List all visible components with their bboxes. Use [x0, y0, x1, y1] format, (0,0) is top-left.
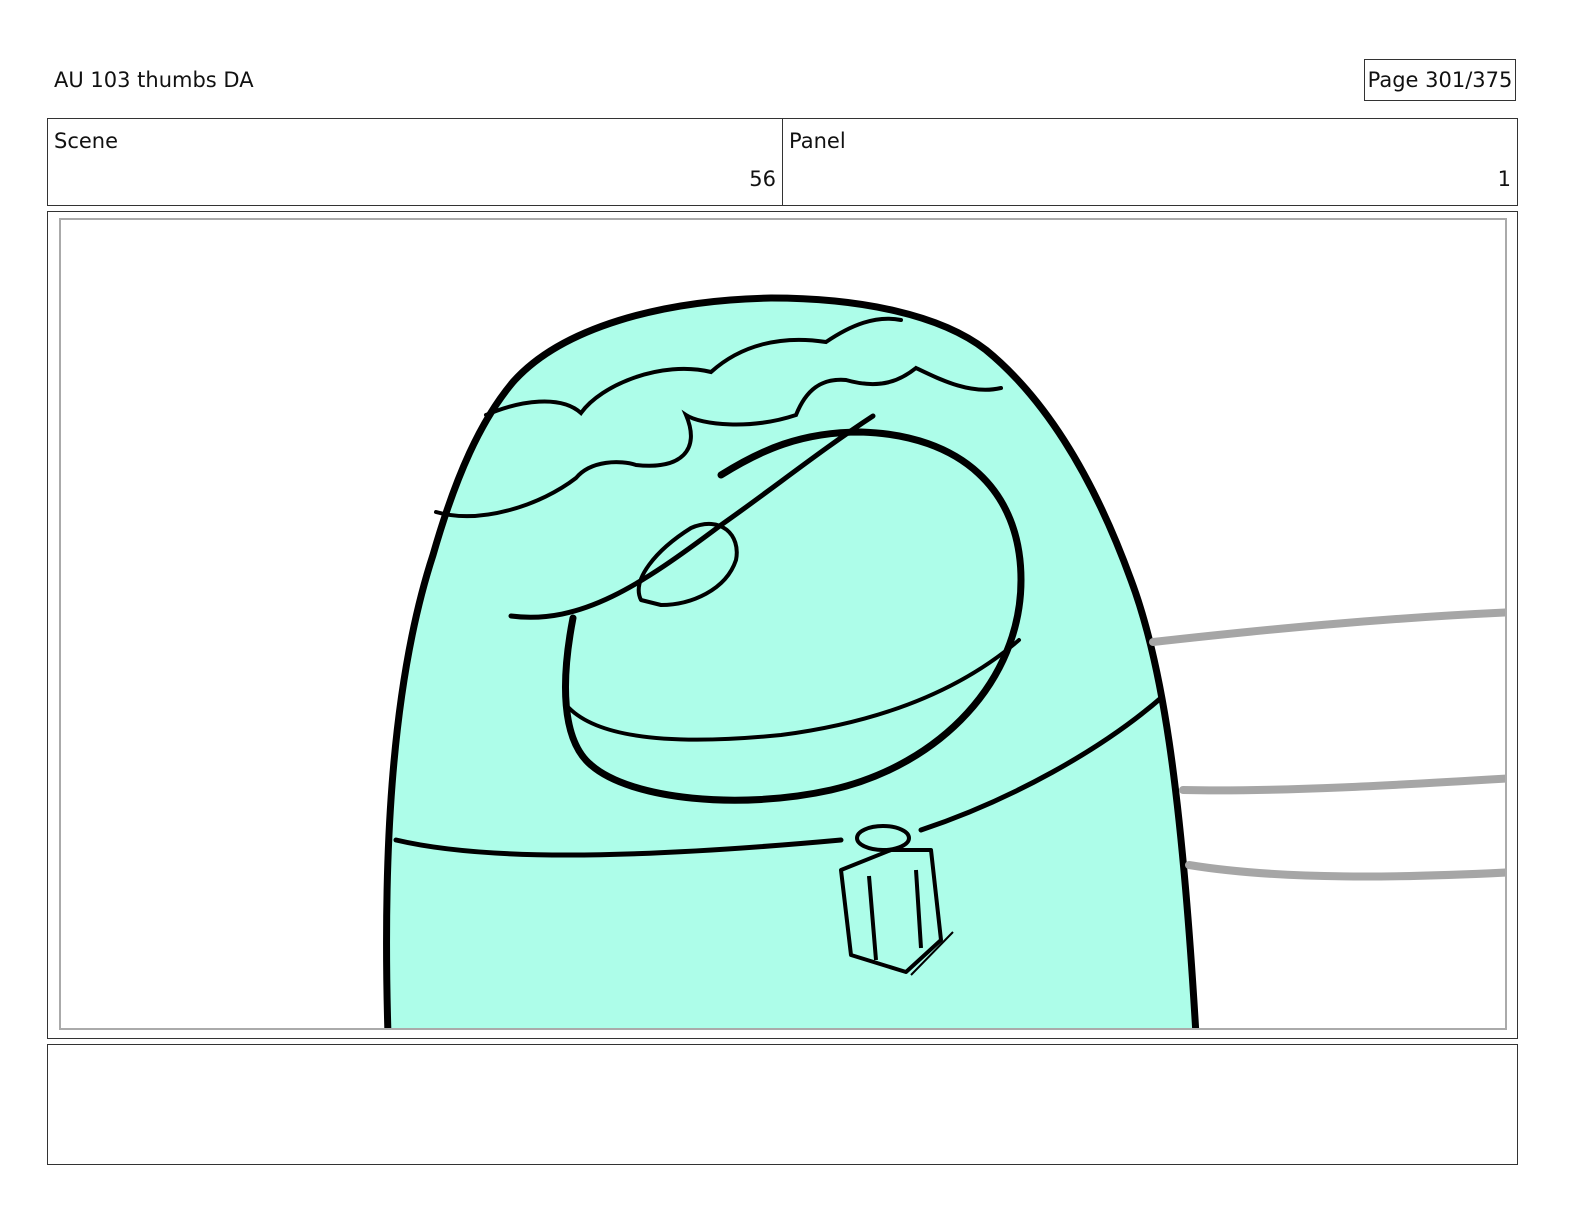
- motion-line-top: [1149, 608, 1505, 646]
- page-indicator: Page 301/375: [1364, 59, 1516, 101]
- dialogue-notes-box: [47, 1044, 1518, 1165]
- motion-line-bottom: [1185, 861, 1505, 881]
- panel-number: 1: [1497, 167, 1511, 191]
- scene-number: 56: [749, 167, 776, 191]
- panel-cell: Panel 1: [783, 119, 1517, 205]
- panel-label: Panel: [789, 129, 846, 153]
- scene-panel-info: Scene 56 Panel 1: [47, 118, 1518, 206]
- motion-line-middle: [1179, 774, 1505, 795]
- scene-cell: Scene 56: [48, 119, 783, 205]
- scene-label: Scene: [54, 129, 119, 153]
- crewmate-sketch: [383, 294, 1505, 1028]
- storyboard-drawing: [59, 218, 1507, 1030]
- document-title: AU 103 thumbs DA: [54, 68, 254, 92]
